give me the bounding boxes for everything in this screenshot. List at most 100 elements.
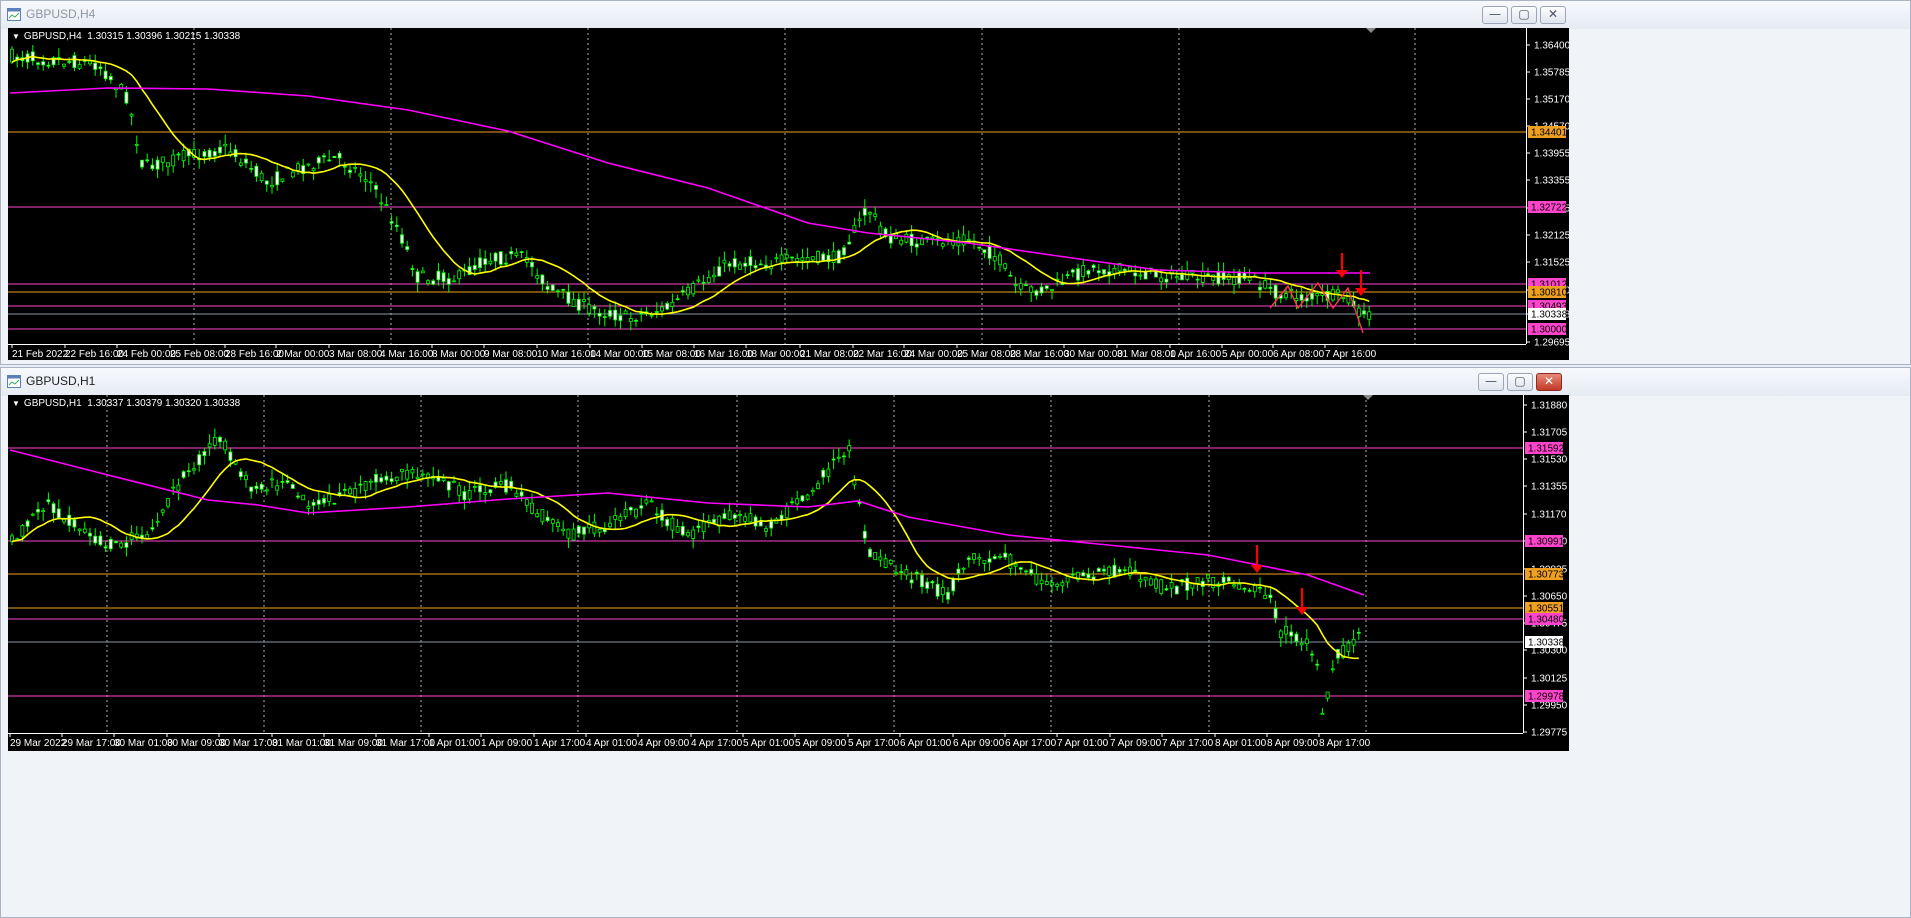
candle-body — [166, 162, 170, 168]
candle-body — [701, 521, 706, 533]
window-titlebar[interactable]: GBPUSD,H1 — ▢ ✕ — [1, 368, 1910, 396]
candle-body — [223, 143, 228, 147]
candle-body — [1310, 292, 1314, 300]
candle-body — [202, 151, 207, 157]
candle-body — [327, 159, 332, 162]
candle-body — [332, 155, 337, 159]
candle-body — [322, 155, 326, 158]
candle-body — [145, 534, 150, 539]
candle-body — [1008, 274, 1013, 277]
close-button[interactable]: ✕ — [1540, 6, 1566, 24]
candle-body — [519, 251, 524, 254]
candle-body — [51, 503, 56, 514]
price-tick-label: 1.30650 — [1531, 592, 1568, 603]
candle-body — [1336, 289, 1340, 294]
candle-body — [940, 587, 945, 595]
candle-body — [72, 519, 77, 528]
candle-body — [316, 157, 321, 164]
chart-canvas[interactable]: 1.364001.357851.351701.345701.339551.333… — [8, 28, 1569, 360]
price-chart-h4[interactable]: 1.364001.357851.351701.345701.339551.333… — [8, 28, 1569, 360]
price-level-tag-label: 1.30000 — [1531, 325, 1568, 336]
chart-window-h1[interactable]: GBPUSD,H1 — ▢ ✕ 1.31880 1.31705 1.31530 1.3… — [0, 367, 1911, 918]
candle-body — [368, 480, 373, 483]
minimize-button[interactable]: — — [1478, 373, 1504, 391]
time-tick-label: 30 Mar 01:00 — [114, 738, 173, 749]
candle-body — [1232, 276, 1236, 285]
time-tick-label: 14 Mar 00:00 — [590, 349, 649, 360]
maximize-button[interactable]: ▢ — [1511, 6, 1537, 24]
close-button[interactable]: ✕ — [1536, 373, 1562, 391]
candle-body — [966, 239, 971, 242]
candle-body — [982, 560, 987, 564]
candle-body — [457, 485, 462, 496]
candle-body — [1200, 270, 1205, 283]
candle-body — [498, 251, 503, 265]
time-tick-label: 5 Apr 17:00 — [848, 738, 900, 749]
chart-window-icon — [7, 375, 21, 388]
price-level-tag-label: 1.31592 — [1528, 444, 1565, 455]
candle-body — [1232, 584, 1236, 587]
candle-body — [493, 252, 498, 262]
time-tick-label: 16 Mar 16:00 — [694, 349, 753, 360]
candle-body — [1164, 278, 1169, 283]
candle-body — [514, 252, 519, 256]
time-tick-label: 30 Mar 00:00 — [1064, 349, 1123, 360]
candle-body — [790, 501, 794, 504]
candle-body — [597, 528, 602, 533]
candle-body — [452, 280, 456, 283]
candle-body — [249, 167, 254, 170]
price-level-tag-label: 1.30338 — [1531, 310, 1568, 321]
candle-body — [311, 168, 316, 172]
candle-body — [363, 481, 368, 491]
candle-body — [660, 306, 664, 312]
candle-body — [1216, 270, 1221, 285]
candle-body — [769, 520, 774, 529]
candle-body — [795, 257, 800, 262]
candle-body — [306, 163, 311, 166]
candle-body — [285, 480, 290, 483]
candle-body — [472, 486, 477, 488]
candle-body — [150, 164, 155, 170]
candle-body — [207, 443, 212, 448]
price-level-tag-label: 1.32722 — [1531, 203, 1568, 214]
window-titlebar[interactable]: GBPUSD,H4 — ▢ ✕ — [1, 1, 1910, 29]
candle-body — [394, 224, 399, 227]
time-tick-label: 5 Apr 00:00 — [1222, 349, 1274, 360]
candle-body — [249, 486, 254, 492]
candle-body — [72, 55, 77, 68]
candle-body — [1154, 578, 1158, 589]
candle-body — [873, 213, 878, 218]
candle-body — [613, 309, 618, 321]
collapse-triangle-icon[interactable]: ▼ — [12, 32, 20, 41]
collapse-triangle-icon[interactable]: ▼ — [12, 399, 20, 408]
candle-body — [254, 485, 259, 489]
candle-body — [1133, 272, 1138, 277]
candle-body — [790, 256, 794, 259]
candle-body — [389, 478, 394, 482]
maximize-button[interactable]: ▢ — [1507, 373, 1533, 391]
candle-body — [140, 159, 144, 168]
candle-body — [478, 257, 482, 268]
time-tick-label: 1 Apr 16:00 — [1170, 349, 1222, 360]
price-chart-h1[interactable]: 1.318801.317051.315301.313551.311701.310… — [8, 395, 1569, 751]
candle-body — [634, 508, 638, 518]
candle-body — [1159, 277, 1164, 283]
candle-body — [82, 528, 87, 533]
price-tick-label: 1.32125 — [1534, 231, 1569, 242]
candle-body — [124, 91, 129, 104]
candle-body — [888, 560, 893, 564]
chart-canvas[interactable]: 1.318801.317051.315301.313551.311701.310… — [8, 395, 1569, 751]
candle-body — [504, 479, 508, 493]
candle-body — [244, 474, 248, 481]
minimize-button[interactable]: — — [1482, 6, 1508, 24]
time-tick-label: 1 Apr 01:00 — [429, 738, 481, 749]
candle-body — [831, 458, 836, 461]
chart-window-h4[interactable]: GBPUSD,H4 — ▢ ✕ 1.36400 1.35785 1.35170 1.3… — [0, 0, 1911, 365]
candle-body — [259, 483, 264, 490]
candle-body — [1294, 633, 1299, 642]
price-tick-label: 1.31170 — [1531, 510, 1567, 521]
candle-body — [270, 478, 274, 481]
candle-body — [400, 468, 404, 473]
candle-body — [46, 499, 51, 503]
candle-body — [384, 475, 389, 481]
